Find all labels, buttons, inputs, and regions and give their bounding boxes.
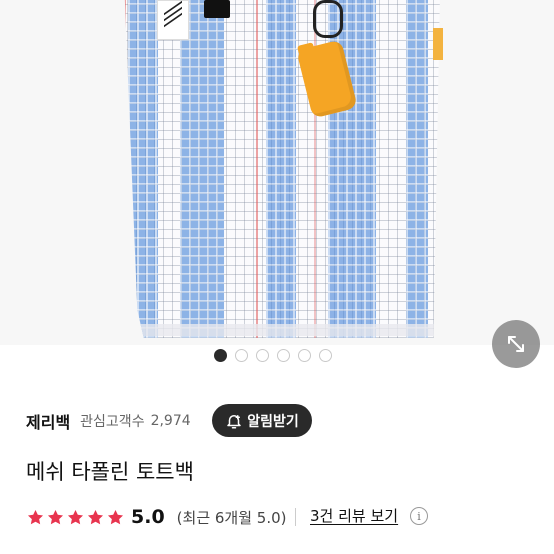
bell-plus-icon — [227, 414, 241, 428]
star-icon — [67, 509, 84, 524]
rating-score: 5.0 — [131, 506, 165, 528]
label-tag — [157, 0, 189, 40]
carabiner — [313, 0, 343, 38]
product-image[interactable] — [0, 0, 554, 345]
product-title: 메쉬 타폴린 토트백 — [26, 460, 194, 484]
star-rating — [26, 508, 125, 527]
carousel-dot[interactable] — [319, 349, 332, 362]
carousel-dot[interactable] — [277, 349, 290, 362]
star-icon — [87, 509, 104, 524]
expand-image-button[interactable] — [492, 320, 540, 368]
star-icon — [27, 509, 44, 524]
alarm-button-label: 알림받기 — [247, 413, 299, 430]
recent-rating: (최근 6개월 5.0) — [176, 508, 287, 527]
star-icon — [107, 509, 124, 524]
side-tag — [433, 28, 443, 60]
alarm-button[interactable]: 알림받기 — [212, 404, 312, 437]
divider — [295, 508, 296, 526]
interest-label: 관심고객수 — [80, 414, 145, 430]
expand-arrows-icon — [508, 336, 524, 352]
rating-row: 5.0 (최근 6개월 5.0) — [26, 504, 287, 530]
strap-clip — [204, 0, 230, 18]
carousel-dot[interactable] — [298, 349, 311, 362]
carousel-indicator — [214, 349, 332, 362]
store-name[interactable]: 제리백 — [26, 409, 70, 433]
review-link[interactable]: 3건 리뷰 보기 — [310, 505, 398, 526]
carousel-dot[interactable] — [256, 349, 269, 362]
interest-count: 2,974 — [150, 413, 191, 429]
carousel-dot[interactable] — [214, 349, 227, 362]
carousel-dot[interactable] — [235, 349, 248, 362]
info-icon[interactable]: i — [410, 507, 428, 525]
bag-illustration — [124, 0, 440, 338]
star-icon — [47, 509, 64, 524]
